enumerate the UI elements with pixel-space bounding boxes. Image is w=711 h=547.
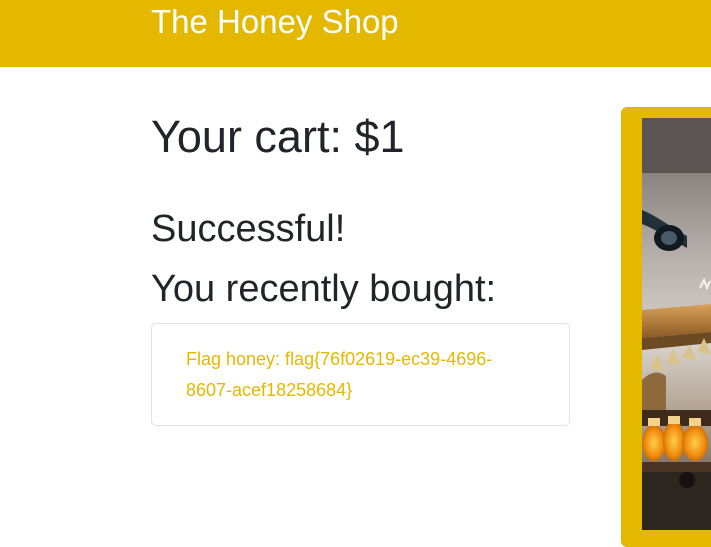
top-navbar: The Honey Shop xyxy=(0,0,711,67)
purchase-card: Flag honey: flag{76f02619-ec39-4696-8607… xyxy=(151,323,570,426)
recent-purchases-heading: You recently bought: xyxy=(151,268,497,310)
success-message: Successful! xyxy=(151,208,346,250)
brand-link[interactable]: The Honey Shop xyxy=(151,2,399,42)
cart-total-heading: Your cart: $1 xyxy=(151,111,405,162)
honey-shop-photo xyxy=(642,118,711,530)
purchased-item-text: Flag honey: flag{76f02619-ec39-4696-8607… xyxy=(186,349,493,400)
